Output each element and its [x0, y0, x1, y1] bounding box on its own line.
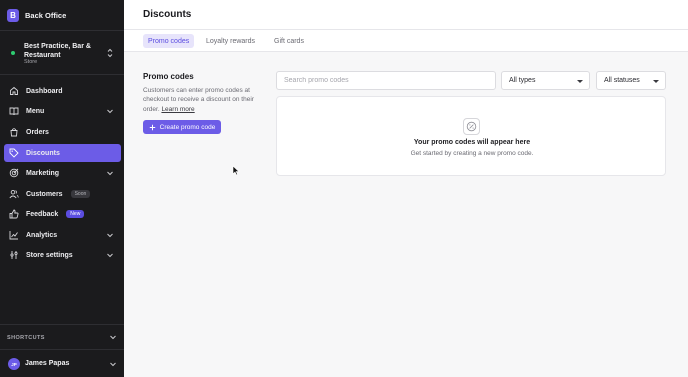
nav-label: Orders	[26, 128, 49, 136]
settings-icon	[9, 250, 19, 260]
brand-name: Back Office	[25, 10, 67, 20]
chevron-down-icon	[107, 109, 113, 114]
nav-item-menu[interactable]: Menu	[4, 102, 121, 120]
empty-state-title: Your promo codes will appear here	[413, 139, 531, 146]
tag-icon	[9, 148, 19, 158]
empty-state-subtitle: Get started by creating a new promo code…	[410, 150, 534, 157]
search-input[interactable]	[276, 71, 496, 90]
plus-icon	[149, 124, 155, 130]
nav-item-dashboard[interactable]: Dashboard	[4, 82, 121, 100]
page-header: Discounts	[124, 0, 688, 30]
chevron-down-icon	[110, 362, 116, 367]
chart-icon	[9, 230, 19, 240]
tab-bar: Promo codes Loyalty rewards Gift cards	[124, 30, 688, 52]
type-filter-select[interactable]: All types	[501, 71, 590, 90]
sidebar: B Back Office Best Practice, Bar & Resta…	[0, 0, 124, 377]
mouse-cursor-icon	[232, 165, 240, 176]
store-switcher[interactable]: Best Practice, Bar & Restaurant	[0, 30, 124, 75]
nav-item-orders[interactable]: Orders	[4, 123, 121, 141]
chevron-down-icon	[107, 253, 113, 258]
bag-icon	[9, 127, 19, 137]
book-icon	[9, 106, 19, 116]
store-status-dot	[11, 51, 15, 55]
tab-gift-cards[interactable]: Gift cards	[269, 34, 309, 48]
caret-down-icon	[653, 80, 659, 83]
create-button-label: Create promo code	[159, 123, 216, 131]
status-filter-select[interactable]: All statuses	[596, 71, 666, 90]
section-title: Promo codes	[143, 72, 194, 81]
section-description: Customers can enter promo codes at check…	[143, 86, 267, 114]
nav-item-feedback[interactable]: Feedback New	[4, 205, 121, 223]
chevron-down-icon	[110, 335, 116, 340]
users-icon	[9, 189, 19, 199]
status-filter-value: All statuses	[604, 77, 640, 84]
nav-item-marketing[interactable]: Marketing	[4, 164, 121, 182]
chevron-up-down-icon	[107, 48, 113, 58]
empty-state-card: Your promo codes will appear here Get st…	[276, 96, 666, 176]
user-name: James Papas	[25, 360, 70, 367]
home-icon	[9, 86, 19, 96]
brand-logo: B	[7, 8, 19, 22]
tab-loyalty-rewards[interactable]: Loyalty rewards	[201, 34, 260, 48]
user-menu[interactable]: JP James Papas	[0, 352, 124, 377]
description-text: Customers can enter promo codes at check…	[143, 87, 254, 113]
nav-label: Dashboard	[26, 87, 63, 95]
shortcuts-section[interactable]: SHORTCUTS	[0, 324, 124, 350]
soon-badge: Soon	[70, 190, 91, 198]
target-icon	[9, 168, 19, 178]
nav-item-store-settings[interactable]: Store settings	[4, 246, 121, 264]
nav-item-customers[interactable]: Customers Soon	[4, 185, 121, 203]
nav-label: Feedback	[26, 210, 59, 218]
main-content: Discounts Promo codes Loyalty rewards Gi…	[124, 0, 688, 377]
type-filter-value: All types	[509, 77, 536, 84]
store-name: Best Practice, Bar & Restaurant	[24, 43, 91, 59]
learn-more-link[interactable]: Learn more	[161, 106, 194, 113]
nav-item-analytics[interactable]: Analytics	[4, 226, 121, 244]
thumbs-up-icon	[9, 209, 19, 219]
nav-label: Menu	[26, 107, 45, 115]
page-title: Discounts	[143, 9, 192, 20]
discount-icon	[463, 118, 480, 135]
chevron-down-icon	[107, 233, 113, 238]
new-badge: New	[66, 210, 85, 218]
shortcuts-label: SHORTCUTS	[7, 335, 45, 341]
caret-down-icon	[577, 80, 583, 83]
nav-label: Store settings	[26, 251, 73, 259]
chevron-down-icon	[107, 171, 113, 176]
tab-promo-codes[interactable]: Promo codes	[143, 34, 195, 48]
nav-item-discounts[interactable]: Discounts	[4, 144, 121, 162]
nav-label: Discounts	[26, 149, 60, 157]
store-type: Store	[24, 59, 38, 65]
create-promo-code-button[interactable]: Create promo code	[143, 120, 221, 134]
nav-label: Analytics	[26, 231, 58, 239]
avatar: JP	[8, 358, 20, 370]
brand[interactable]: B Back Office	[7, 8, 66, 22]
nav-label: Marketing	[26, 169, 60, 177]
nav-label: Customers	[26, 190, 63, 198]
